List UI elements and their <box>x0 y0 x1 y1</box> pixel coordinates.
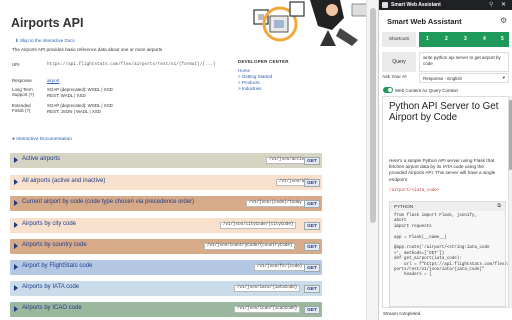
get-method-badge: GET <box>304 221 320 230</box>
expand-triangle-icon <box>14 264 18 270</box>
shortcuts-label: Shortcuts <box>382 32 416 47</box>
endpoint-row-all-airports[interactable]: All airports (active and inactive) /v1/j… <box>10 175 322 190</box>
web-context-label: Web Content As Query Context <box>395 88 458 93</box>
endpoint-row-active-airports[interactable]: Active airports /v1/json/active GET <box>10 153 322 168</box>
copy-icon[interactable]: ⧉ <box>497 203 501 209</box>
code-block-header: PYTHON ⧉ <box>390 202 505 211</box>
skip-to-docs-link[interactable]: ⬇ Skip to the Interactive Docs <box>15 38 75 44</box>
get-method-badge: GET <box>304 263 320 272</box>
shortcut-2-button[interactable]: 2 <box>445 36 448 42</box>
page-title: Airports API <box>11 16 84 30</box>
ask-ai-label: Ask Your AI <box>382 75 407 80</box>
pin-icon[interactable]: ⚲ <box>489 1 493 8</box>
shortcut-4-button[interactable]: 4 <box>483 36 486 42</box>
page-scrollbar[interactable] <box>366 0 378 320</box>
status-text: Stream completed. <box>383 311 422 316</box>
interactive-docs-heading[interactable]: ● Interactive Documentation <box>12 137 72 142</box>
chevron-down-icon: ▾ <box>502 75 505 80</box>
code-block: PYTHON ⧉ from flask import Flask, jsonif… <box>389 201 509 307</box>
expand-triangle-icon <box>14 285 18 291</box>
answer-text: Here's a simple Python API server using … <box>389 158 496 182</box>
query-input[interactable]: write python api server to get airport b… <box>419 52 509 72</box>
endpoint-row-airports-by-iata[interactable]: Airports by IATA code /v1/json/iata/{iat… <box>10 281 322 296</box>
api-description: The Airports API provides basic referenc… <box>12 47 163 52</box>
expand-triangle-icon <box>14 222 18 228</box>
get-method-badge: GET <box>304 156 320 165</box>
expand-triangle-icon <box>14 306 18 312</box>
expand-triangle-icon <box>14 157 18 163</box>
expand-triangle-icon <box>14 243 18 249</box>
page-scrollbar-thumb[interactable] <box>370 8 376 223</box>
expand-triangle-icon <box>14 200 18 206</box>
info-uri: URI https://api.flightstats.com/flex/air… <box>12 62 216 67</box>
code-content: from flask import Flask, jsonify, abort … <box>394 214 509 278</box>
panel-heading: Smart Web Assistant <box>387 17 462 26</box>
gear-icon[interactable]: ⚙ <box>500 16 507 25</box>
shortcut-5-button[interactable]: 5 <box>501 36 504 42</box>
endpoint-row-airports-by-city[interactable]: Airports by city code /v1/json/cityCode/… <box>10 218 322 233</box>
answer-inline-code: /airport/<iata_code> <box>389 189 440 193</box>
info-extended-fields: Extended Fields (?) SOAP (deprecated): W… <box>12 103 113 114</box>
expand-triangle-icon <box>14 179 18 185</box>
app-icon <box>382 2 388 8</box>
devcenter-industries-link[interactable]: > Industries <box>238 86 289 92</box>
get-method-badge: GET <box>304 284 320 293</box>
get-method-badge: GET <box>304 242 320 251</box>
get-method-badge: GET <box>304 199 320 208</box>
panel-titlebar: Smart Web Assistant ⚲ ✕ <box>379 0 512 10</box>
shortcut-1-button[interactable]: 1 <box>426 36 429 42</box>
answer-area: Python API Server to Get Airport by Code… <box>382 96 509 308</box>
endpoint-row-airports-by-country[interactable]: Airports by country code /v1/json/countr… <box>10 239 322 254</box>
endpoint-row-airports-by-icao[interactable]: Airports by ICAO code /v1/json/icao/{ica… <box>10 302 322 317</box>
header-illustration <box>240 0 378 46</box>
shortcuts-bar: 1 2 3 4 5 <box>419 32 509 47</box>
answer-title: Python API Server to Get Airport by Code <box>389 101 499 123</box>
assistant-panel: Smart Web Assistant ⚲ ✕ Smart Web Assist… <box>378 0 512 320</box>
language-select[interactable]: Response - English ▾ <box>419 73 509 83</box>
web-context-toggle[interactable] <box>383 87 393 93</box>
endpoint-row-current-airport-by-code[interactable]: Current airport by code (code type chose… <box>10 196 322 211</box>
get-method-badge: GET <box>304 178 320 187</box>
close-icon[interactable]: ✕ <box>501 1 506 8</box>
documentation-page: Airports API ⬇ Skip to the Interactive D… <box>0 0 378 320</box>
developer-center: DEVELOPER CENTER Home > Getting Started … <box>238 59 289 92</box>
query-label: Query <box>382 52 416 72</box>
info-response: Response airport <box>12 78 60 83</box>
get-method-badge: GET <box>304 305 320 314</box>
endpoint-row-airport-by-fs-code[interactable]: Airport by FlightStats code /v1/json/fs/… <box>10 260 322 275</box>
shortcut-3-button[interactable]: 3 <box>464 36 467 42</box>
info-long-term-support: Long Term Support (?) SOAP (deprecated):… <box>12 87 113 98</box>
